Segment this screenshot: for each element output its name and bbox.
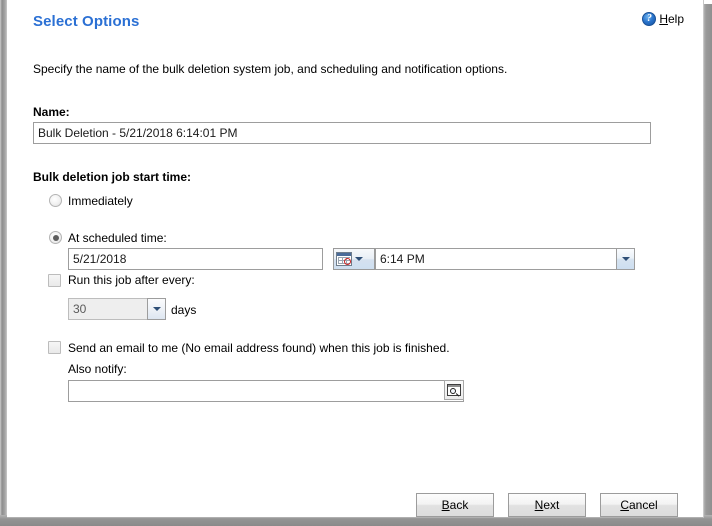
cancel-button[interactable]: Cancel (600, 493, 678, 517)
recurrence-unit-label: days (171, 303, 197, 317)
cancel-rest-label: ancel (628, 498, 658, 512)
back-accel-char: B (441, 498, 450, 512)
date-picker-button[interactable] (333, 248, 375, 270)
calendar-icon (336, 252, 352, 266)
help-accel-char: H (659, 12, 668, 26)
intro-description: Specify the name of the bulk deletion sy… (33, 62, 508, 76)
help-rest-label: elp (667, 12, 684, 26)
help-link-label: Help (659, 12, 684, 26)
also-notify-label: Also notify: (68, 362, 127, 376)
checkbox-send-email[interactable] (48, 341, 61, 354)
lookup-icon-magnifier-handle (455, 393, 459, 397)
scheduled-date-input[interactable]: 5/21/2018 (68, 248, 323, 270)
window-right-edge (703, 0, 712, 526)
name-input[interactable]: Bulk Deletion - 5/21/2018 6:14:01 PM (33, 122, 651, 144)
next-rest-label: ext (543, 498, 560, 512)
checkbox-run-after-every-label[interactable]: Run this job after every: (68, 273, 195, 287)
lookup-search-icon (447, 384, 461, 397)
checkbox-run-after-every[interactable] (48, 274, 61, 287)
cancel-accel-char: C (620, 498, 629, 512)
name-field-label: Name: (33, 105, 70, 119)
checkbox-send-email-label[interactable]: Send an email to me (No email address fo… (68, 341, 450, 355)
radio-immediately-label[interactable]: Immediately (68, 194, 133, 208)
radio-at-scheduled-time[interactable] (49, 231, 62, 244)
radio-at-scheduled-time-label[interactable]: At scheduled time: (68, 231, 167, 245)
calendar-icon-header (337, 253, 351, 256)
select-options-dialog: Select Options ? Help Specify the name o… (7, 0, 704, 518)
window-frame: Select Options ? Help Specify the name o… (0, 0, 712, 526)
radio-immediately[interactable] (49, 194, 62, 207)
page-title: Select Options (33, 13, 140, 30)
also-notify-input[interactable] (68, 380, 464, 402)
back-rest-label: ack (449, 498, 469, 512)
start-time-group-label: Bulk deletion job start time: (33, 170, 192, 184)
calendar-icon-today-marker (344, 258, 351, 265)
scheduled-time-input[interactable]: 6:14 PM (375, 248, 617, 270)
time-dropdown-button[interactable] (616, 248, 635, 270)
help-link[interactable]: ? Help (642, 12, 684, 26)
back-button[interactable]: Back (416, 493, 494, 517)
also-notify-lookup-button[interactable] (444, 380, 464, 400)
chevron-down-icon (621, 257, 630, 261)
window-left-edge (0, 0, 7, 521)
lookup-icon-titlebar (448, 385, 460, 387)
help-circle-icon: ? (642, 12, 657, 26)
next-button[interactable]: Next (508, 493, 586, 517)
chevron-down-icon (355, 257, 363, 261)
chevron-down-icon (152, 307, 161, 311)
recurrence-interval-dropdown-button[interactable] (147, 298, 166, 320)
